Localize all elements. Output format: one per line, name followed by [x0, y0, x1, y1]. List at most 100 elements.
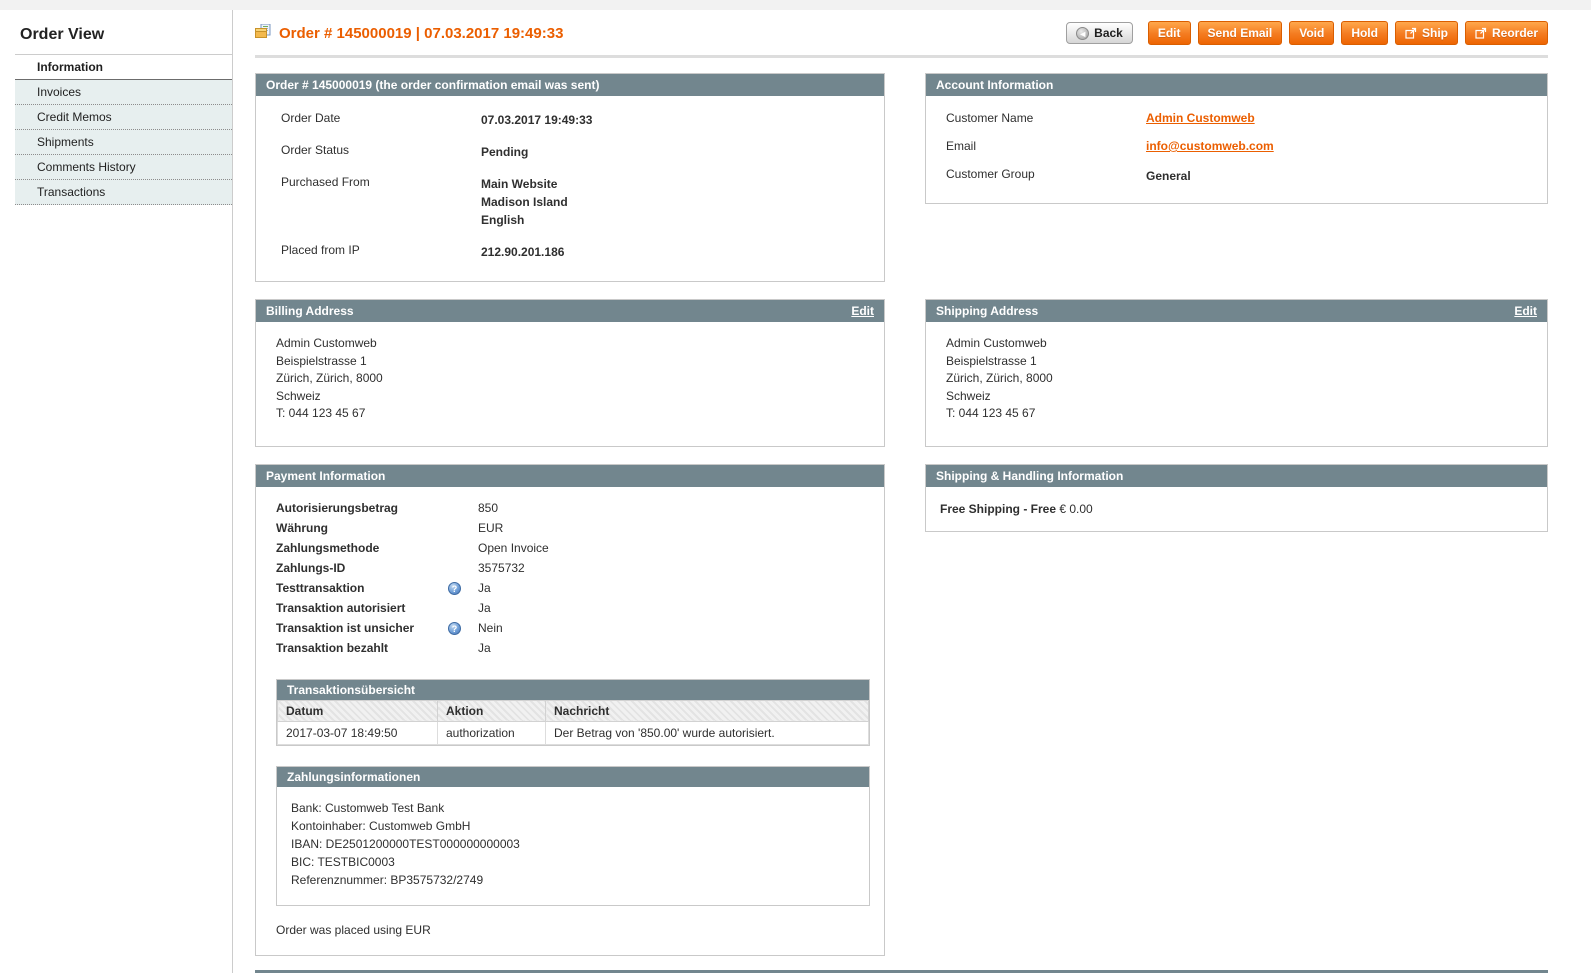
- purchased-from-value: Main Website Madison Island English: [481, 175, 568, 229]
- column-nachricht: Nachricht: [546, 700, 869, 721]
- shipping-address-body: Admin Customweb Beispielstrasse 1 Zürich…: [926, 322, 1547, 446]
- purchased-from-row: Purchased From Main Website Madison Isla…: [281, 175, 874, 229]
- help-icon[interactable]: ?: [448, 622, 461, 635]
- billing-address-city: Zürich, Zürich, 8000: [276, 370, 874, 388]
- customer-name-row: Customer Name Admin Customweb: [946, 111, 1537, 125]
- placed-from-ip-value: 212.90.201.186: [481, 243, 564, 261]
- order-status-label: Order Status: [281, 143, 481, 157]
- billing-address-phone: T: 044 123 45 67: [276, 405, 874, 423]
- content-row-1: Order # 145000019 (the order confirmatio…: [255, 73, 1548, 282]
- shipping-address-phone: T: 044 123 45 67: [946, 405, 1537, 423]
- shipping-handling-body: Free Shipping - Free € 0.00: [926, 487, 1547, 531]
- popup-window-icon: [1475, 27, 1487, 39]
- account-holder-line: Kontoinhaber: Customweb GmbH: [291, 817, 855, 835]
- currency-label: Währung: [276, 521, 448, 535]
- billing-address-name: Admin Customweb: [276, 335, 874, 353]
- payment-details-body: Bank: Customweb Test Bank Kontoinhaber: …: [277, 787, 869, 905]
- shipping-address-edit-link[interactable]: Edit: [1514, 304, 1537, 318]
- page-title-text: Order # 145000019 | 07.03.2017 19:49:33: [279, 25, 563, 42]
- purchased-from-website: Main Website: [481, 175, 568, 193]
- purchased-from-store: Madison Island: [481, 193, 568, 211]
- shipping-address-city: Zürich, Zürich, 8000: [946, 370, 1537, 388]
- billing-address-body: Admin Customweb Beispielstrasse 1 Zürich…: [256, 322, 884, 446]
- customer-name-link[interactable]: Admin Customweb: [1146, 111, 1255, 125]
- main-content: Order # 145000019 | 07.03.2017 19:49:33 …: [233, 10, 1591, 973]
- shipping-amount: € 0.00: [1059, 502, 1092, 516]
- sidebar-item-credit-memos[interactable]: Credit Memos: [15, 105, 232, 130]
- shipping-address-country: Schweiz: [946, 388, 1537, 406]
- order-information-header: Order # 145000019 (the order confirmatio…: [256, 74, 884, 96]
- purchased-from-label: Purchased From: [281, 175, 481, 189]
- back-arrow-icon: ◄: [1076, 27, 1089, 40]
- sidebar: Order View Information Invoices Credit M…: [0, 10, 233, 973]
- order-information-panel: Order # 145000019 (the order confirmatio…: [255, 73, 885, 282]
- page-title: Order # 145000019 | 07.03.2017 19:49:33: [255, 24, 563, 43]
- back-button[interactable]: ◄ Back: [1066, 22, 1133, 44]
- account-information-body: Customer Name Admin Customweb Email info…: [926, 96, 1547, 203]
- transaction-table: Datum Aktion Nachricht 2017-03-07 18:49:…: [277, 700, 869, 745]
- reorder-button[interactable]: Reorder: [1465, 21, 1548, 45]
- customer-group-row: Customer Group General: [946, 167, 1537, 185]
- order-currency-note: Order was placed using EUR: [276, 923, 870, 937]
- authorized-amount-value: 850: [478, 501, 498, 515]
- currency-row: Währung EUR: [276, 521, 870, 535]
- iban-line: IBAN: DE2501200000TEST000000000003: [291, 835, 855, 853]
- sidebar-item-information[interactable]: Information: [15, 55, 232, 80]
- help-icon[interactable]: ?: [448, 582, 461, 595]
- transaction-overview-panel: Transaktionsübersicht Datum Aktion Nachr…: [276, 679, 870, 746]
- authorized-amount-label: Autorisierungsbetrag: [276, 501, 448, 515]
- customer-email-label: Email: [946, 139, 1146, 153]
- customer-email-link[interactable]: info@customweb.com: [1146, 139, 1274, 153]
- payment-method-row: Zahlungsmethode Open Invoice: [276, 541, 870, 555]
- shipping-handling-panel: Shipping & Handling Information Free Shi…: [925, 464, 1548, 532]
- bank-line: Bank: Customweb Test Bank: [291, 799, 855, 817]
- sidebar-item-comments-history[interactable]: Comments History: [15, 155, 232, 180]
- currency-value: EUR: [478, 521, 503, 535]
- next-section-divider: [255, 970, 1548, 973]
- transaction-authorized-value: Ja: [478, 601, 491, 615]
- test-transaction-value: Ja: [478, 581, 491, 595]
- payment-method-label: Zahlungsmethode: [276, 541, 448, 555]
- send-email-button[interactable]: Send Email: [1198, 21, 1283, 45]
- test-transaction-label: Testtransaktion: [276, 581, 448, 595]
- customer-group-label: Customer Group: [946, 167, 1146, 181]
- billing-address-panel: Billing Address Edit Admin Customweb Bei…: [255, 299, 885, 447]
- account-information-panel: Account Information Customer Name Admin …: [925, 73, 1548, 204]
- billing-address-header: Billing Address Edit: [256, 300, 884, 322]
- title-divider: [255, 55, 1548, 58]
- transaction-aktion: authorization: [438, 721, 546, 744]
- transaction-table-row: 2017-03-07 18:49:50 authorization Der Be…: [278, 721, 869, 744]
- top-strip: [0, 0, 1591, 10]
- payment-details-header: Zahlungsinformationen: [277, 767, 869, 787]
- hold-button[interactable]: Hold: [1341, 21, 1388, 45]
- placed-from-ip-label: Placed from IP: [281, 243, 481, 257]
- shipping-address-header: Shipping Address Edit: [926, 300, 1547, 322]
- transaction-uncertain-label: Transaktion ist unsicher: [276, 621, 448, 635]
- billing-address-street: Beispielstrasse 1: [276, 353, 874, 371]
- transaction-paid-value: Ja: [478, 641, 491, 655]
- payment-information-panel: Payment Information Autorisierungsbetrag…: [255, 464, 885, 956]
- billing-address-edit-link[interactable]: Edit: [851, 304, 874, 318]
- transaction-overview-header: Transaktionsübersicht: [277, 680, 869, 700]
- sidebar-item-transactions[interactable]: Transactions: [15, 180, 232, 205]
- transaction-authorized-row: Transaktion autorisiert Ja: [276, 601, 870, 615]
- transaction-authorized-label: Transaktion autorisiert: [276, 601, 448, 615]
- order-date-value: 07.03.2017 19:49:33: [481, 111, 592, 129]
- transaction-table-header-row: Datum Aktion Nachricht: [278, 700, 869, 721]
- void-button[interactable]: Void: [1289, 21, 1334, 45]
- sidebar-tabs: Information Invoices Credit Memos Shipme…: [15, 55, 232, 205]
- content-row-3: Payment Information Autorisierungsbetrag…: [255, 464, 1548, 956]
- payment-information-body: Autorisierungsbetrag 850 Währung EUR Zah…: [256, 487, 884, 955]
- payment-id-label: Zahlungs-ID: [276, 561, 448, 575]
- customer-email-row: Email info@customweb.com: [946, 139, 1537, 153]
- edit-button[interactable]: Edit: [1148, 21, 1191, 45]
- transaction-nachricht: Der Betrag von '850.00' wurde autorisier…: [546, 721, 869, 744]
- sidebar-item-shipments[interactable]: Shipments: [15, 130, 232, 155]
- ship-button[interactable]: Ship: [1395, 21, 1458, 45]
- payment-id-row: Zahlungs-ID 3575732: [276, 561, 870, 575]
- sidebar-item-invoices[interactable]: Invoices: [15, 80, 232, 105]
- order-status-value: Pending: [481, 143, 528, 161]
- shipping-handling-header: Shipping & Handling Information: [926, 465, 1547, 487]
- popup-window-icon: [1405, 27, 1417, 39]
- billing-address-country: Schweiz: [276, 388, 874, 406]
